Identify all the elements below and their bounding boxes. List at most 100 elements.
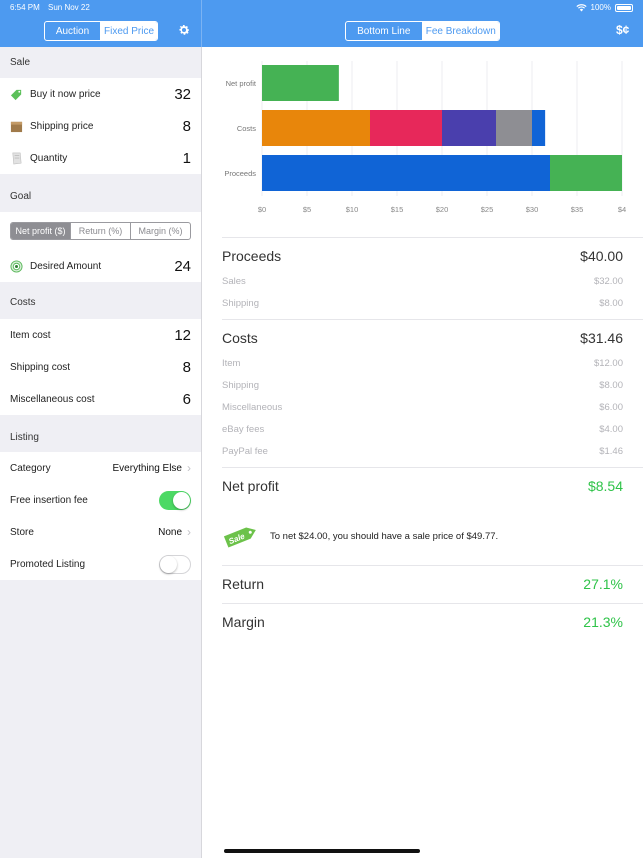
bar-segment (496, 110, 532, 146)
costs-summary-row: Costs $31.46 (222, 330, 623, 346)
bar-segment (550, 155, 622, 191)
cost-item-row: Item $12.00 (222, 358, 623, 369)
item-cost-value[interactable]: 12 (174, 327, 191, 344)
promoted-listing-toggle[interactable] (159, 554, 191, 574)
cost-ebay-fees-value: $4.00 (599, 424, 623, 435)
item-cost-label: Item cost (10, 329, 51, 341)
divider (222, 237, 643, 238)
quantity-value[interactable]: 1 (183, 150, 191, 167)
toggle-knob (160, 555, 177, 573)
results-panel: $0 $5 $10 $15 $20 $25 $30 $35 $4 Net profit Costs P… (202, 47, 643, 858)
goal-segmented-control: Net profit ($) Return (%) Margin (%) (10, 222, 191, 240)
proceeds-shipping-value: $8.00 (599, 298, 623, 309)
cost-ebay-fees-row: eBay fees $4.00 (222, 424, 623, 435)
shipping-price-row[interactable]: Shipping price 8 (0, 110, 201, 142)
proceeds-shipping-row: Shipping $8.00 (222, 298, 623, 309)
sale-group: Buy it now price 32 Shipping price 8 Qua… (0, 78, 201, 174)
status-time: 6:54 PM (10, 3, 40, 12)
desired-amount-row[interactable]: Desired Amount 24 (0, 250, 201, 282)
gear-icon[interactable] (177, 23, 191, 37)
quantity-row[interactable]: Quantity 1 (0, 142, 201, 174)
cost-misc-label: Miscellaneous (222, 402, 283, 413)
category-value: Everything Else (112, 462, 182, 474)
proceeds-value: $40.00 (580, 248, 623, 264)
fee-bar-chart: $0 $5 $10 $15 $20 $25 $30 $35 $4 Net profit Costs P… (224, 61, 626, 214)
category-label: Proceeds (224, 169, 256, 178)
note-icon (12, 152, 22, 164)
suggestion-text: To net $24.00, you should have a sale pr… (270, 530, 499, 542)
divider (222, 467, 643, 468)
misc-cost-row[interactable]: Miscellaneous cost 6 (0, 383, 201, 415)
return-label: Return (222, 576, 265, 592)
desired-amount-label: Desired Amount (30, 260, 102, 272)
divider (222, 565, 643, 566)
shipping-cost-value[interactable]: 8 (183, 359, 191, 376)
costs-group: Item cost 12 Shipping cost 8 Miscellaneo… (0, 319, 201, 415)
buy-it-now-row[interactable]: Buy it now price 32 (0, 78, 201, 110)
free-insertion-toggle[interactable] (159, 490, 191, 510)
sale-tag-icon: Sale (223, 527, 256, 548)
net-profit-label: Net profit (222, 478, 279, 494)
proceeds-sales-value: $32.00 (593, 276, 623, 287)
buy-it-now-value[interactable]: 32 (174, 86, 191, 103)
divider (222, 603, 643, 604)
category-label: Net profit (226, 79, 257, 88)
shipping-price-label: Shipping price (30, 120, 94, 132)
bar-segment (442, 110, 496, 146)
free-insertion-label: Free insertion fee (10, 494, 88, 506)
store-value: None (158, 526, 182, 538)
currency-icon[interactable]: $¢ (616, 23, 629, 37)
category-row[interactable]: Category Everything Else › (0, 452, 201, 484)
cost-item-value: $12.00 (593, 358, 623, 369)
costs-summary-value: $31.46 (580, 330, 623, 346)
divider (222, 319, 643, 320)
chevron-right-icon: › (187, 525, 191, 539)
promoted-listing-row: Promoted Listing (0, 548, 201, 580)
tab-fixed-price[interactable]: Fixed Price (101, 22, 157, 40)
tab-return[interactable]: Return (%) (71, 223, 131, 239)
tab-fee-breakdown[interactable]: Fee Breakdown (422, 22, 499, 40)
proceeds-row: Proceeds $40.00 (222, 248, 623, 264)
tab-net-profit[interactable]: Net profit ($) (11, 223, 71, 239)
cost-misc-value: $6.00 (599, 402, 623, 413)
store-row[interactable]: Store None › (0, 516, 201, 548)
x-tick-label: $4 (618, 205, 626, 214)
goal-group: Net profit ($) Return (%) Margin (%) Des… (0, 212, 201, 282)
misc-cost-value[interactable]: 6 (183, 391, 191, 408)
tag-icon (10, 89, 22, 100)
tab-margin[interactable]: Margin (%) (131, 223, 190, 239)
return-value: 27.1% (583, 576, 623, 592)
bar-segment (370, 110, 442, 146)
costs-summary-label: Costs (222, 330, 258, 346)
box-icon (10, 121, 23, 132)
x-tick-label: $30 (526, 205, 539, 214)
proceeds-label: Proceeds (222, 248, 282, 264)
home-indicator (224, 849, 420, 853)
x-tick-label: $10 (346, 205, 359, 214)
bar-segment (532, 110, 546, 146)
x-tick-label: $25 (481, 205, 494, 214)
chevron-right-icon: › (187, 461, 191, 475)
navigation-bar: 6:54 PM Sun Nov 22 100% Auction Fixed Pr… (0, 0, 643, 47)
desired-amount-value[interactable]: 24 (174, 258, 191, 275)
cost-paypal-fee-row: PayPal fee $1.46 (222, 446, 623, 457)
target-icon (10, 259, 23, 273)
split-divider-top (201, 0, 202, 47)
quantity-label: Quantity (30, 152, 68, 164)
net-profit-row: Net profit $8.54 (222, 478, 623, 494)
tab-auction[interactable]: Auction (45, 22, 102, 40)
misc-cost-label: Miscellaneous cost (10, 393, 95, 405)
section-header-goal: Goal (10, 191, 32, 202)
cost-shipping-label: Shipping (222, 380, 259, 391)
shipping-price-value[interactable]: 8 (183, 118, 191, 135)
battery-percent: 100% (590, 3, 611, 12)
cost-misc-row: Miscellaneous $6.00 (222, 402, 623, 413)
tab-bottom-line[interactable]: Bottom Line (346, 22, 423, 40)
cost-shipping-row: Shipping $8.00 (222, 380, 623, 391)
x-tick-label: $20 (436, 205, 449, 214)
return-row: Return 27.1% (222, 576, 623, 592)
shipping-cost-row[interactable]: Shipping cost 8 (0, 351, 201, 383)
margin-value: 21.3% (583, 614, 623, 630)
cost-paypal-fee-value: $1.46 (599, 446, 623, 457)
item-cost-row[interactable]: Item cost 12 (0, 319, 201, 351)
